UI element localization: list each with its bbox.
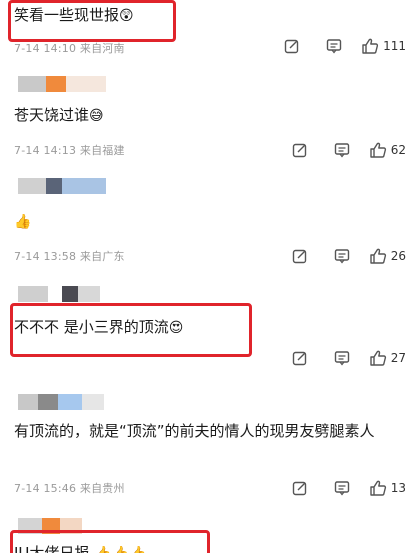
comment-icon[interactable] (313, 36, 355, 56)
comment-text-content: 苍天饶过谁 (14, 106, 90, 124)
like-button[interactable]: 27 (369, 349, 406, 367)
like-count: 13 (390, 481, 406, 495)
avatar (18, 286, 100, 302)
like-button[interactable]: 26 (369, 247, 406, 265)
like-button[interactable]: 62 (369, 141, 406, 159)
highlight-box (10, 530, 210, 553)
like-count: 27 (390, 351, 406, 365)
comment-actions: 111 (271, 36, 406, 56)
comment-actions: 62 (279, 140, 406, 160)
comment-date: 7-14 (14, 144, 40, 157)
comment-actions: 13 (279, 478, 406, 498)
comment-item: 👍 7-14 13:58 来自广东 26 (0, 168, 420, 268)
share-icon[interactable] (279, 478, 321, 498)
comment-actions: 26 (279, 246, 406, 266)
avatar (18, 76, 106, 92)
comment-text: 👍 (14, 210, 31, 233)
comment-item: 有顶流的，就是“顶流”的前夫的情人的现男友劈腿素人 7-14 15:46 来自贵… (0, 382, 420, 500)
highlight-box (8, 0, 176, 42)
comment-text: 苍天饶过谁😅 (14, 104, 104, 127)
comment-icon[interactable] (321, 246, 363, 266)
comment-time: 15:46 (43, 482, 77, 495)
like-button[interactable]: 13 (369, 479, 406, 497)
like-count: 26 (390, 249, 406, 263)
comment-date: 7-14 (14, 482, 40, 495)
share-icon[interactable] (279, 246, 321, 266)
comment-time: 13:58 (43, 250, 77, 263)
comment-meta: 7-14 15:46 来自贵州 (14, 480, 125, 496)
comment-text: 有顶流的，就是“顶流”的前夫的情人的现男友劈腿素人 (14, 420, 404, 442)
like-icon (361, 37, 379, 55)
comment-icon[interactable] (321, 348, 363, 368)
like-count: 111 (383, 39, 406, 53)
comment-actions: 27 (279, 348, 406, 368)
comment-icon[interactable] (321, 478, 363, 498)
comment-meta: 7-14 14:13 来自福建 (14, 142, 125, 158)
comment-location: 来自河南 (79, 42, 125, 55)
comment-location: 来自广东 (79, 250, 125, 263)
share-icon[interactable] (279, 140, 321, 160)
comment-meta: 7-14 14:10 来自河南 (14, 40, 125, 56)
comment-time: 14:10 (43, 42, 77, 55)
comment-date: 7-14 (14, 42, 40, 55)
comment-meta: 7-14 13:58 来自广东 (14, 248, 125, 264)
comment-icon[interactable] (321, 140, 363, 160)
thumbs-up-icon: 👍 (14, 213, 32, 230)
comment-text-content: 有顶流的，就是“顶流”的前夫的情人的现男友劈腿素人 (14, 422, 375, 440)
comment-location: 来自贵州 (79, 482, 125, 495)
comment-time: 14:13 (43, 144, 77, 157)
like-button[interactable]: 111 (361, 37, 406, 55)
avatar (18, 394, 104, 410)
avatar (18, 178, 106, 194)
like-icon (369, 349, 387, 367)
like-count: 62 (390, 143, 406, 157)
highlight-box (10, 303, 252, 357)
emoji-icon: 😅 (89, 107, 104, 124)
like-icon (369, 247, 387, 265)
comment-location: 来自福建 (79, 144, 125, 157)
share-icon[interactable] (271, 36, 313, 56)
like-icon (369, 479, 387, 497)
comment-item: 苍天饶过谁😅 7-14 14:13 来自福建 62 (0, 62, 420, 158)
like-icon (369, 141, 387, 159)
comment-date: 7-14 (14, 250, 40, 263)
share-icon[interactable] (279, 348, 321, 368)
